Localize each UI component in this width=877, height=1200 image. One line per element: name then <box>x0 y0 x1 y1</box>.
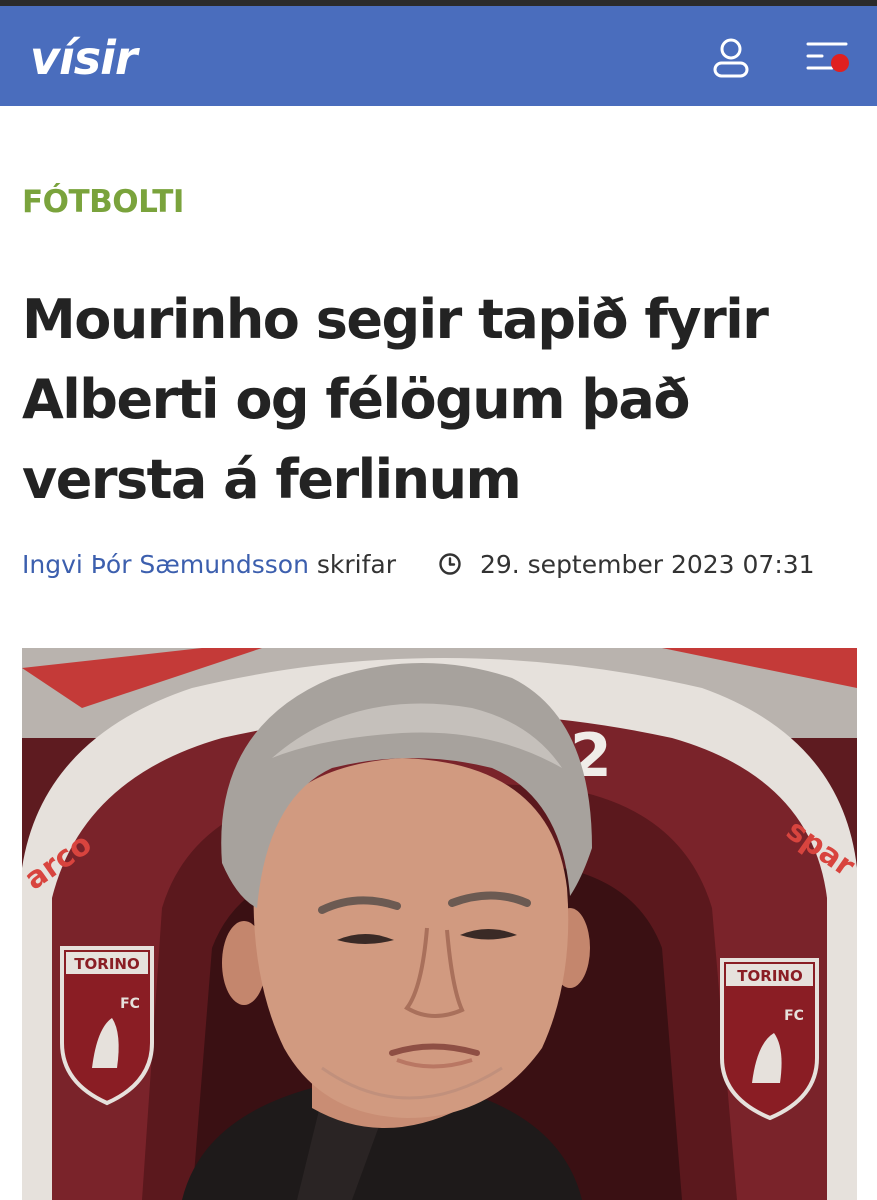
torino-badge-left-text: TORINO <box>74 955 139 973</box>
author-suffix: skrifar <box>316 550 397 579</box>
notification-dot <box>831 54 849 72</box>
torino-badge-left: TORINO FC <box>60 946 154 1106</box>
photo-illustration: arco spar 2 TORINO FC TORINO FC <box>22 648 857 1200</box>
menu-icon <box>806 42 849 72</box>
author-link[interactable]: Ingvi Þór Sæmundsson <box>22 550 309 579</box>
account-button[interactable] <box>706 32 756 82</box>
article-meta: Ingvi Þór Sæmundsson skrifar 29. septemb… <box>22 545 862 585</box>
torino-badge-right-text: TORINO <box>737 967 802 985</box>
article-headline: Mourinho segir tapið fyrir Alberti og fé… <box>22 288 769 511</box>
torino-badge-left-fc: FC <box>120 996 140 1012</box>
torino-badge-right: TORINO FC <box>720 958 819 1121</box>
user-icon <box>713 38 749 78</box>
publish-date: 29. september 2023 07:31 <box>479 550 815 579</box>
article-photo[interactable]: arco spar 2 TORINO FC TORINO FC <box>22 648 857 1200</box>
article-category[interactable]: FÓTBOLTI <box>22 180 184 224</box>
visir-logo[interactable]: vísir <box>30 30 138 86</box>
clock-icon <box>439 553 461 575</box>
torino-badge-right-fc: FC <box>784 1008 804 1024</box>
site-header: vísir <box>0 6 877 106</box>
menu-button[interactable] <box>800 32 856 82</box>
